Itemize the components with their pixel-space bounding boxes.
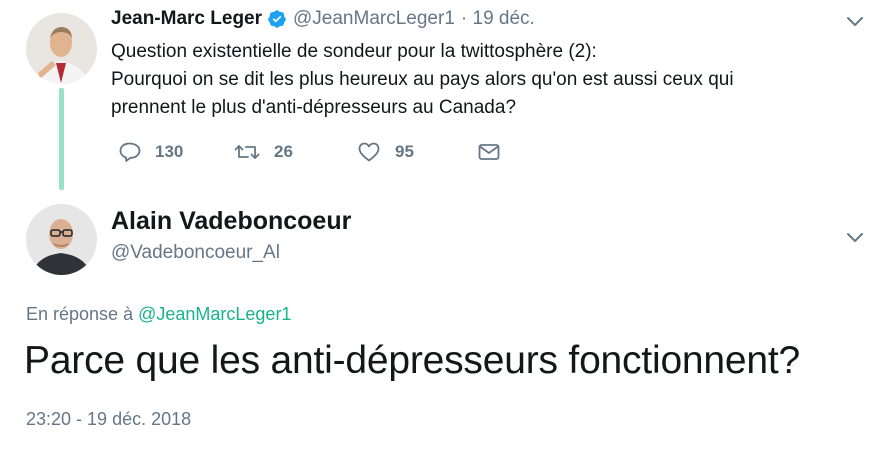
like-button[interactable]: 95 bbox=[357, 140, 414, 164]
tweet1-text-line: Question existentielle de sondeur pour l… bbox=[111, 41, 597, 62]
retweet-icon bbox=[234, 145, 260, 159]
like-count: 95 bbox=[395, 142, 414, 161]
retweet-button[interactable]: 26 bbox=[234, 140, 293, 164]
tweet2-timestamp[interactable]: 23:20 - 19 déc. 2018 bbox=[26, 409, 191, 430]
tweet1-handle[interactable]: @JeanMarcLeger1 bbox=[293, 8, 455, 30]
reply-count: 130 bbox=[155, 142, 184, 161]
tweet1-date[interactable]: · 19 déc. bbox=[461, 8, 535, 30]
avatar-alain-vadeboncoeur[interactable] bbox=[26, 204, 97, 275]
tweet1-actions: 130 26 95 bbox=[117, 140, 537, 170]
avatar-photo bbox=[26, 204, 97, 275]
thread-connector-line bbox=[59, 88, 64, 190]
avatar-jean-marc-leger[interactable] bbox=[26, 13, 97, 84]
retweet-count: 26 bbox=[274, 142, 293, 161]
reply-to-link[interactable]: @JeanMarcLeger1 bbox=[138, 304, 291, 324]
tweet1-text-line: prennent le plus d'anti-dépresseurs au C… bbox=[111, 97, 517, 118]
chevron-down-icon[interactable] bbox=[845, 230, 865, 244]
avatar-photo bbox=[26, 13, 97, 84]
tweet1-text: Question existentielle de sondeur pour l… bbox=[111, 38, 851, 122]
tweet1-text-line: Pourquoi on se dit les plus heureux au p… bbox=[111, 69, 734, 90]
reply-button[interactable]: 130 bbox=[117, 140, 183, 164]
reply-icon bbox=[119, 142, 141, 162]
reply-context: En réponse à @JeanMarcLeger1 bbox=[26, 304, 291, 325]
heart-icon bbox=[358, 142, 380, 162]
tweet2-author-name[interactable]: Alain Vadeboncoeur bbox=[111, 207, 351, 236]
chevron-down-icon[interactable] bbox=[845, 14, 865, 28]
reply-prefix: En réponse à bbox=[26, 304, 134, 324]
envelope-icon bbox=[478, 144, 500, 160]
tweet2-text: Parce que les anti-dépresseurs fonctionn… bbox=[24, 339, 801, 382]
tweet2-handle[interactable]: @Vadeboncoeur_Al bbox=[111, 242, 280, 264]
verified-badge-icon bbox=[268, 10, 286, 28]
tweet1-author-name[interactable]: Jean-Marc Leger bbox=[111, 8, 262, 30]
direct-message-button[interactable] bbox=[477, 140, 501, 164]
tweet1-header: Jean-Marc Leger @JeanMarcLeger1 · 19 déc… bbox=[111, 6, 535, 32]
